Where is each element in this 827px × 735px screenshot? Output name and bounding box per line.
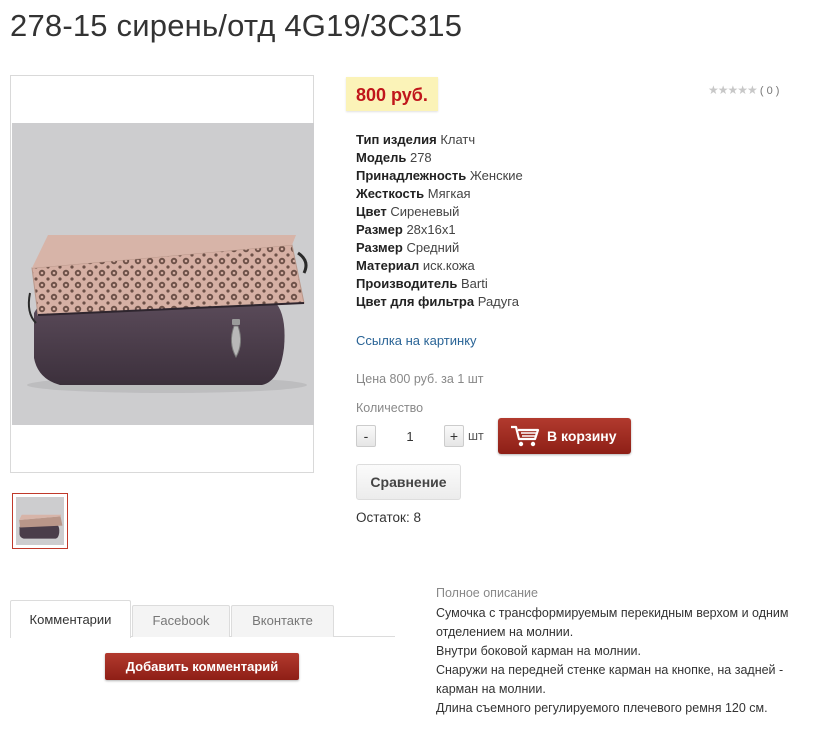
property-row: Цвет для фильтра Радуга — [356, 293, 523, 311]
unit-price: Цена 800 руб. за 1 шт — [356, 372, 484, 386]
tab-vkontakte[interactable]: Вконтакте — [231, 605, 334, 637]
property-row: Принадлежность Женские — [356, 167, 523, 185]
property-value: Сиреневый — [390, 204, 460, 219]
description-line: Внутри боковой карман на молнии. — [436, 644, 642, 658]
property-value: 278 — [409, 150, 432, 165]
product-thumbnail[interactable] — [12, 493, 68, 549]
image-link[interactable]: Ссылка на картинку — [356, 333, 477, 348]
quantity-decrease-button[interactable]: - — [356, 425, 376, 447]
add-to-cart-label: В корзину — [547, 428, 617, 444]
compare-button[interactable]: Сравнение — [356, 464, 461, 500]
property-key: Материал — [356, 258, 420, 273]
property-key: Производитель — [356, 276, 458, 291]
property-value: иск.кожа — [422, 258, 475, 273]
quantity-unit: шт — [468, 429, 484, 443]
description-line: Длина съемного регулируемого плечевого р… — [436, 701, 768, 715]
product-properties: Тип изделия Клатч Модель 278 Принадлежно… — [356, 131, 523, 311]
property-key: Тип изделия — [356, 132, 437, 147]
property-key: Цвет для фильтра — [356, 294, 475, 309]
property-value: Мягкая — [427, 186, 471, 201]
rating[interactable]: ★★★★★ ( 0 ) — [708, 83, 779, 97]
rating-count: ( 0 ) — [759, 85, 780, 97]
description-line: Сумочка с трансформируемым перекидным ве… — [436, 606, 789, 620]
description-title: Полное описание — [436, 586, 538, 600]
property-key: Принадлежность — [356, 168, 467, 183]
page-title: 278-15 сирень/отд 4G19/3C315 — [10, 8, 463, 43]
property-row: Производитель Barti — [356, 275, 523, 293]
property-row: Размер Средний — [356, 239, 523, 257]
quantity-increase-button[interactable]: + — [444, 425, 464, 447]
description-line: Снаружи на передней стенке карман на кно… — [436, 663, 784, 677]
property-row: Размер 28x16x1 — [356, 221, 523, 239]
property-row: Цвет Сиреневый — [356, 203, 523, 221]
description-body: Сумочка с трансформируемым перекидным ве… — [436, 604, 821, 718]
description-line: карман на молнии. — [436, 682, 546, 696]
property-key: Жесткость — [356, 186, 425, 201]
property-value: Женские — [469, 168, 523, 183]
property-value: Радуга — [477, 294, 519, 309]
property-row: Материал иск.кожа — [356, 257, 523, 275]
shopping-cart-icon — [510, 424, 540, 451]
quantity-label: Количество — [356, 401, 424, 415]
property-value: Клатч — [440, 132, 476, 147]
property-value: Средний — [406, 240, 460, 255]
property-row: Тип изделия Клатч — [356, 131, 523, 149]
quantity-input[interactable] — [380, 425, 440, 447]
property-key: Модель — [356, 150, 407, 165]
rating-star-icon[interactable]: ★★★★★ — [708, 83, 758, 97]
product-photo[interactable] — [12, 123, 314, 425]
stock-count: Остаток: 8 — [356, 510, 421, 525]
tab-facebook[interactable]: Facebook — [132, 605, 230, 637]
comments-tabs: Комментарии Facebook Вконтакте — [10, 600, 395, 638]
property-value: 28x16x1 — [406, 222, 456, 237]
property-row: Модель 278 — [356, 149, 523, 167]
property-key: Размер — [356, 240, 403, 255]
property-key: Цвет — [356, 204, 387, 219]
price-tag: 800 руб. — [346, 77, 438, 111]
add-to-cart-button[interactable]: В корзину — [498, 418, 631, 454]
product-photo-frame[interactable] — [10, 75, 314, 473]
tab-comments[interactable]: Комментарии — [10, 600, 131, 638]
property-value: Barti — [460, 276, 488, 291]
property-row: Жесткость Мягкая — [356, 185, 523, 203]
description-line: отделением на молнии. — [436, 625, 574, 639]
property-key: Размер — [356, 222, 403, 237]
add-comment-button[interactable]: Добавить комментарий — [105, 653, 299, 680]
